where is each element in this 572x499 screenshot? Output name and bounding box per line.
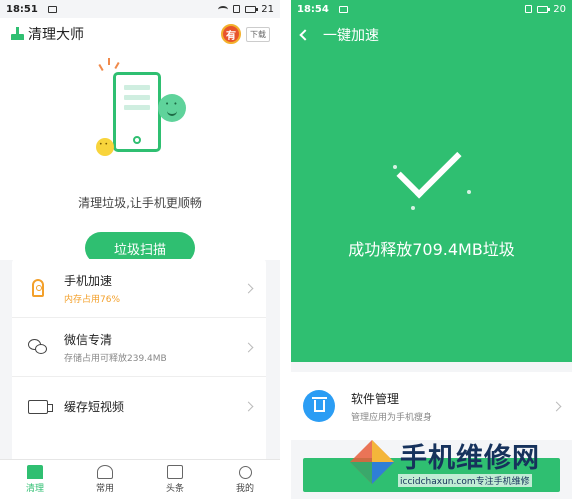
feature-list: 手机加速 内存占用76% 微信专清 存储占用可释放239.4MB 缓存短视频 — [12, 259, 266, 464]
battery-level: 20 — [553, 3, 566, 15]
chevron-right-icon — [551, 401, 562, 411]
chevron-right-icon — [243, 283, 254, 293]
feature-title: 微信专清 — [64, 332, 113, 347]
chevron-right-icon — [243, 342, 254, 352]
download-tag[interactable]: 下载 — [246, 26, 270, 42]
trash-icon — [303, 390, 335, 422]
watermark: 手机维修网 iccidchaxun.com专注手机维修 — [340, 432, 572, 499]
back-arrow-icon[interactable] — [299, 29, 311, 41]
divider — [280, 0, 291, 499]
hero-caption: 清理垃圾,让手机更顺畅 — [78, 196, 202, 210]
bottom-tab-bar: 清理 常用 头条 我的 — [0, 459, 280, 499]
tab-label: 清理 — [25, 484, 44, 494]
wechat-icon — [28, 339, 48, 355]
person-icon — [238, 465, 252, 479]
promo-badge-icon[interactable]: 有 — [221, 24, 241, 44]
watermark-logo — [350, 440, 394, 484]
wifi-icon — [218, 5, 229, 13]
feature-subtitle: 存储占用可释放239.4MB — [64, 353, 167, 364]
watermark-title: 手机维修网 — [400, 443, 540, 474]
tab-label: 头条 — [165, 484, 184, 494]
left-screen: 18:51 21 清理大师 有 下载 清理垃圾,让手机更顺畅 垃圾扫描 手机加速 — [0, 0, 280, 499]
page-title: 一键加速 — [323, 28, 379, 44]
tab-clean[interactable]: 清理 — [0, 460, 70, 499]
sim-icon — [525, 5, 533, 13]
card-title: 软件管理 — [351, 391, 400, 406]
broom-icon — [27, 465, 43, 479]
feature-subtitle: 内存占用76% — [64, 294, 121, 305]
sparkle-icon — [467, 190, 471, 194]
feature-video-cache[interactable]: 缓存短视频 — [12, 377, 266, 436]
video-icon — [28, 399, 53, 414]
status-time: 18:54 — [297, 3, 329, 15]
news-icon — [167, 465, 183, 479]
tab-mine[interactable]: 我的 — [210, 460, 280, 499]
status-bar: 18:51 21 — [0, 0, 280, 18]
tab-common[interactable]: 常用 — [70, 460, 140, 499]
app-manager-card[interactable]: 软件管理 管理应用为手机瘦身 — [291, 372, 572, 440]
right-screen: 18:54 20 一键加速 成功释放709.4MB垃圾 软件管理 管理应用为手机… — [291, 0, 572, 499]
feature-phone-boost[interactable]: 手机加速 内存占用76% — [12, 259, 266, 318]
sparkle-icon — [98, 63, 104, 72]
status-bar: 18:54 20 — [291, 0, 572, 18]
card-subtitle: 管理应用为手机瘦身 — [351, 412, 433, 423]
sparkle-icon — [114, 61, 120, 70]
status-time: 18:51 — [6, 3, 38, 15]
hero-section: 清理垃圾,让手机更顺畅 垃圾扫描 — [0, 50, 280, 264]
battery-icon — [537, 5, 551, 13]
feature-title: 手机加速 — [64, 273, 113, 288]
sim-icon — [233, 5, 241, 13]
tab-label: 常用 — [95, 484, 114, 494]
app-header: 清理大师 有 下载 — [0, 18, 280, 50]
result-text: 成功释放709.4MB垃圾 — [348, 240, 515, 259]
tab-news[interactable]: 头条 — [140, 460, 210, 499]
chevron-right-icon — [243, 401, 254, 412]
feature-title: 缓存短视频 — [64, 400, 125, 414]
sparkle-icon — [411, 206, 415, 210]
app-title: 清理大师 — [28, 27, 84, 43]
phone-illustration — [113, 72, 161, 152]
broom-icon — [10, 27, 24, 41]
feature-wechat-clean[interactable]: 微信专清 存储占用可释放239.4MB — [12, 318, 266, 377]
page-header: 一键加速 — [291, 18, 572, 52]
sparkle-icon — [393, 165, 397, 169]
apps-icon — [97, 465, 113, 479]
battery-icon — [245, 5, 259, 13]
battery-level: 21 — [261, 3, 274, 15]
smiley-icon — [96, 138, 114, 156]
sparkle-icon — [108, 58, 110, 65]
image-notification-icon — [338, 5, 348, 13]
rocket-icon — [32, 279, 44, 297]
image-notification-icon — [47, 5, 57, 13]
smiley-icon — [158, 94, 186, 122]
watermark-url: iccidchaxun.com专注手机维修 — [398, 474, 532, 487]
tab-label: 我的 — [235, 483, 254, 494]
